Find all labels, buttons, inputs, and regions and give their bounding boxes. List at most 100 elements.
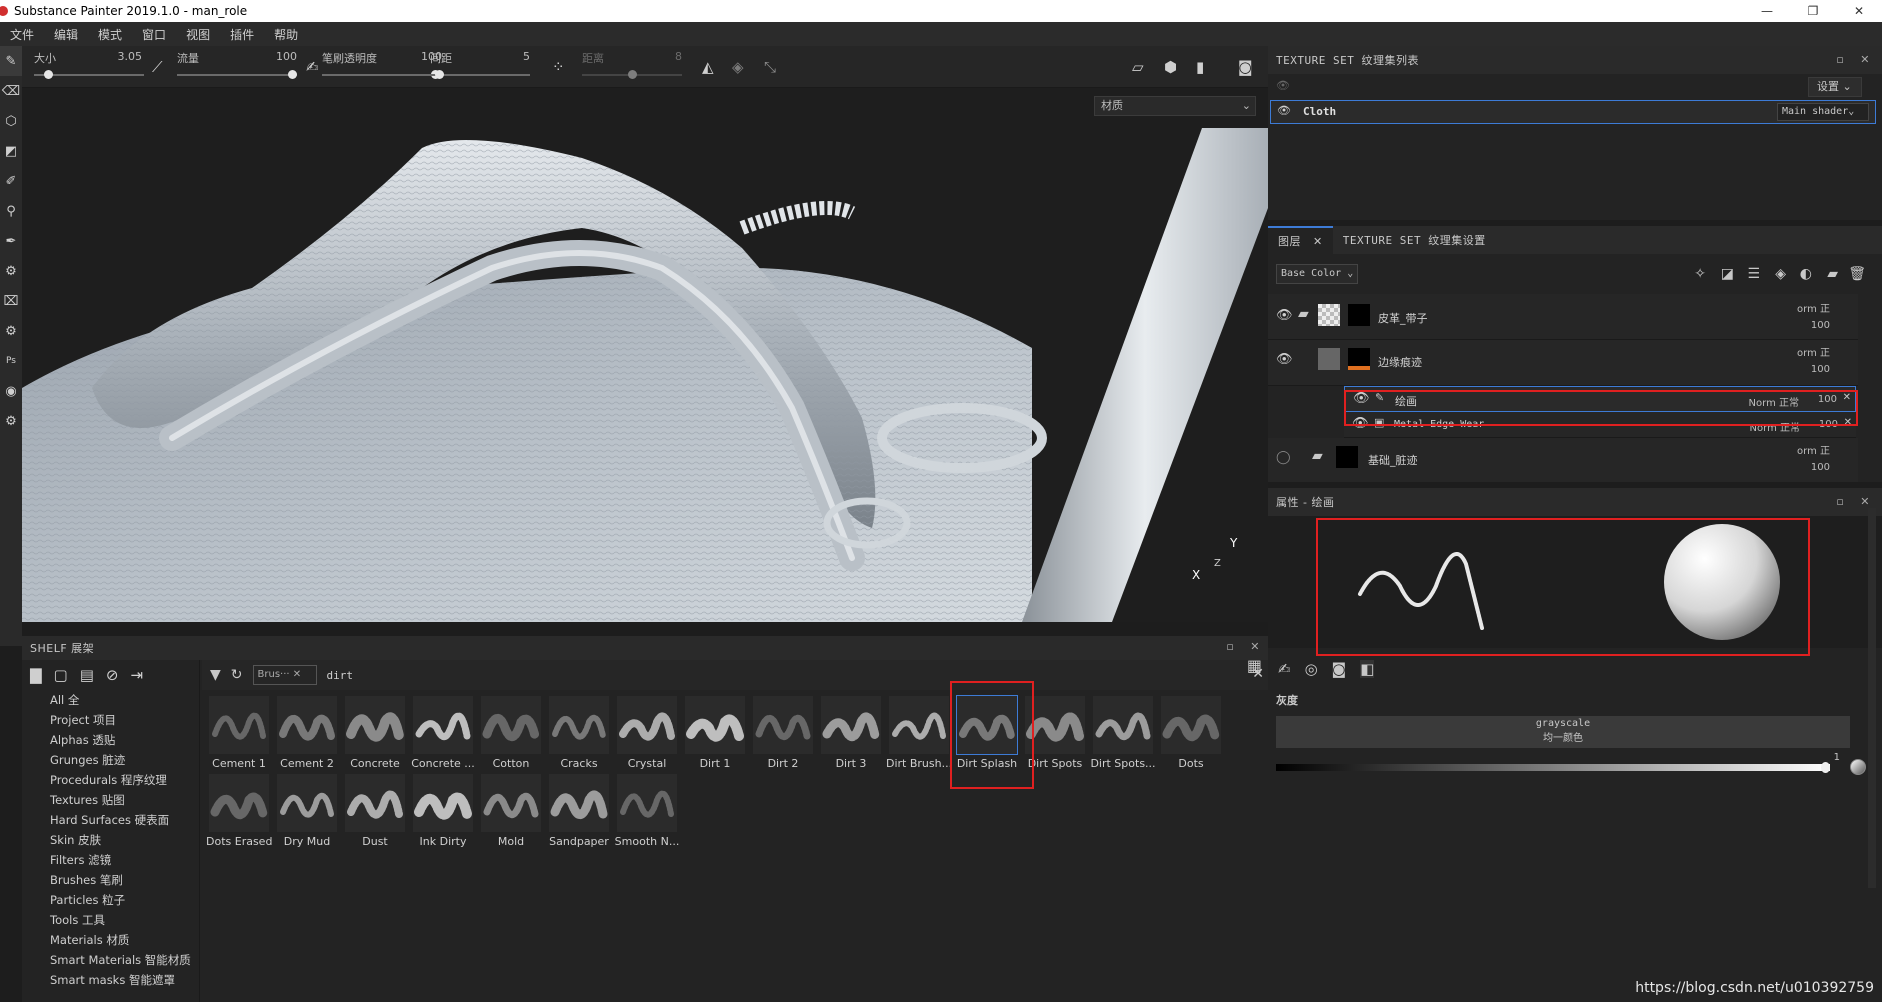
layer-blend[interactable]: orm 正 bbox=[1797, 344, 1830, 359]
save-icon[interactable]: ▤ bbox=[80, 666, 94, 684]
shelf-item[interactable]: Dirt 2 bbox=[750, 696, 816, 774]
opacity-slider[interactable] bbox=[322, 70, 440, 79]
iray-icon[interactable]: ⚙ bbox=[0, 316, 22, 346]
minimize-button[interactable]: — bbox=[1744, 0, 1790, 22]
add-fill-layer-icon[interactable]: ◈ bbox=[1775, 266, 1786, 282]
shelf-item[interactable]: Ink Dirty bbox=[410, 774, 476, 852]
shelf-category[interactable]: Smart Materials 智能材质 bbox=[22, 950, 199, 970]
layer-opacity[interactable]: 100 bbox=[1811, 364, 1830, 375]
material-mode-select[interactable]: 材质 ⌄ bbox=[1094, 96, 1256, 116]
shelf-category[interactable]: Grunges 脏迹 bbox=[22, 750, 199, 770]
menu-edit[interactable]: 编辑 bbox=[44, 26, 88, 43]
video-camera-icon[interactable]: ▮ bbox=[1196, 58, 1204, 76]
layer-blend[interactable]: orm 正 bbox=[1797, 300, 1830, 315]
spacing-slider[interactable] bbox=[430, 70, 530, 79]
shelf-item[interactable]: Mold bbox=[478, 774, 544, 852]
tab-texture-set-settings[interactable]: TEXTURE SET 纹理集设置 bbox=[1333, 232, 1496, 248]
shelf-category[interactable]: Procedurals 程序纹理 bbox=[22, 770, 199, 790]
size-slider-knob[interactable] bbox=[44, 70, 54, 79]
panel-controls[interactable]: ▫ ✕ bbox=[1836, 53, 1870, 66]
add-layer-stack-icon[interactable]: ☰ bbox=[1747, 266, 1760, 282]
transform-icon[interactable]: ⤡ bbox=[764, 58, 776, 76]
render-icon[interactable]: ◉ bbox=[0, 376, 22, 406]
bake-icon[interactable]: ⚙ bbox=[0, 256, 22, 286]
flow-slider[interactable] bbox=[177, 70, 297, 79]
camera-view-icon[interactable]: ▱ bbox=[1132, 58, 1144, 76]
shelf-item[interactable]: Dirt Spots... bbox=[1090, 696, 1156, 774]
shelf-category[interactable]: Hard Surfaces 硬表面 bbox=[22, 810, 199, 830]
layer-row[interactable]: 👁 边缘痕迹 orm 正 100 bbox=[1268, 340, 1858, 386]
color-picker-icon[interactable] bbox=[1850, 759, 1866, 775]
color-picker-icon[interactable]: ✒ bbox=[0, 226, 22, 256]
filter-icon[interactable]: ▼ bbox=[210, 667, 221, 683]
gray-value[interactable]: 1 bbox=[1834, 752, 1840, 763]
add-folder-icon[interactable]: ▰ bbox=[1827, 266, 1838, 282]
paint-brush-icon[interactable]: ✎ bbox=[0, 46, 22, 76]
menu-window[interactable]: 窗口 bbox=[132, 26, 176, 43]
visibility-eye-icon[interactable]: 👁 bbox=[1276, 352, 1293, 367]
size-value[interactable]: 3.05 bbox=[118, 50, 143, 63]
flow-slider-knob[interactable] bbox=[288, 70, 297, 79]
shelf-item[interactable]: Concrete ... bbox=[410, 696, 476, 774]
channel-select[interactable]: Base Color ⌄ bbox=[1276, 264, 1358, 284]
flow-value[interactable]: 100 bbox=[276, 50, 297, 63]
brush-tab-icon[interactable]: ✍ bbox=[1278, 660, 1291, 678]
visibility-eye-icon[interactable]: 👁 bbox=[1276, 308, 1293, 323]
layer-opacity[interactable]: 100 bbox=[1811, 320, 1830, 331]
symmetry-icon[interactable]: ◭ bbox=[702, 58, 714, 76]
layer-opacity[interactable]: 100 bbox=[1811, 462, 1830, 473]
folder-icon[interactable]: ▇ bbox=[30, 666, 42, 684]
add-effect-icon[interactable]: ✧ bbox=[1694, 266, 1706, 282]
shelf-item[interactable]: Dots bbox=[1158, 696, 1224, 774]
shelf-item[interactable]: Cement 1 bbox=[206, 696, 272, 774]
shelf-category[interactable]: Filters 滤镜 bbox=[22, 850, 199, 870]
opacity-brush-icon[interactable]: ✍ bbox=[306, 58, 319, 76]
model-render[interactable] bbox=[22, 88, 1268, 622]
screenshot-icon[interactable]: ◙ bbox=[1238, 58, 1253, 76]
flow-pen-icon[interactable]: ⟋ bbox=[152, 58, 163, 76]
delete-layer-icon[interactable]: 🗑 bbox=[1848, 266, 1866, 282]
shelf-category[interactable]: Smart masks 智能遮罩 bbox=[22, 970, 199, 990]
filter-chip[interactable]: Brus··· ✕ bbox=[252, 665, 317, 685]
frame-icon[interactable]: ⌧ bbox=[0, 286, 22, 316]
import-icon[interactable]: ⇥ bbox=[131, 666, 144, 684]
shelf-item[interactable]: Dust bbox=[342, 774, 408, 852]
search-input[interactable]: dirt bbox=[327, 669, 354, 682]
shelf-window-controls[interactable]: ▫ ✕ bbox=[1226, 640, 1260, 653]
grayscale-mode-button[interactable]: grayscale 均一颜色 bbox=[1276, 716, 1850, 748]
layer-blend[interactable]: orm 正 bbox=[1797, 442, 1830, 457]
add-smart-material-icon[interactable]: ◐ bbox=[1800, 266, 1812, 282]
shelf-category[interactable]: Project 项目 bbox=[22, 710, 199, 730]
settings-dropdown[interactable]: 设置 ⌄ bbox=[1808, 77, 1862, 97]
projection-icon[interactable]: ⬡ bbox=[0, 106, 22, 136]
gray-slider[interactable] bbox=[1276, 764, 1830, 771]
shelf-item[interactable]: Crystal bbox=[614, 696, 680, 774]
shelf-item[interactable]: Smooth N... bbox=[614, 774, 680, 852]
shelf-item[interactable]: Dry Mud bbox=[274, 774, 340, 852]
shelf-item[interactable]: Dots Erased bbox=[206, 774, 272, 852]
alpha-tab-icon[interactable]: ◎ bbox=[1305, 660, 1318, 678]
shelf-category[interactable]: Skin 皮肤 bbox=[22, 830, 199, 850]
shelf-item[interactable]: Concrete bbox=[342, 696, 408, 774]
stencil-tab-icon[interactable]: ◙ bbox=[1332, 660, 1347, 678]
eye-icon[interactable]: 👁 bbox=[1276, 79, 1290, 92]
shelf-category[interactable]: Textures 贴图 bbox=[22, 790, 199, 810]
shelf-category[interactable]: Materials 材质 bbox=[22, 930, 199, 950]
polygon-fill-icon[interactable]: ◩ bbox=[0, 136, 22, 166]
menu-file[interactable]: 文件 bbox=[0, 26, 44, 43]
menu-help[interactable]: 帮助 bbox=[264, 26, 308, 43]
shelf-category[interactable]: Alphas 透贴 bbox=[22, 730, 199, 750]
shelf-category[interactable]: Brushes 笔刷 bbox=[22, 870, 199, 890]
grid-view-icon[interactable]: ▦ bbox=[1247, 656, 1262, 675]
shelf-category[interactable]: All 全 bbox=[22, 690, 199, 710]
clone-stamp-icon[interactable]: ⚲ bbox=[0, 196, 22, 226]
shelf-item[interactable]: Cement 2 bbox=[274, 696, 340, 774]
new-file-icon[interactable]: ▢ bbox=[54, 666, 68, 684]
smudge-icon[interactable]: ✐ bbox=[0, 166, 22, 196]
spacing-value[interactable]: 5 bbox=[523, 50, 530, 63]
menu-plugins[interactable]: 插件 bbox=[220, 26, 264, 43]
shelf-item[interactable]: Dirt 3 bbox=[818, 696, 884, 774]
size-slider[interactable] bbox=[34, 70, 144, 79]
add-mask-icon[interactable]: ◪ bbox=[1721, 266, 1734, 282]
shader-select[interactable]: Main shader⌄ bbox=[1777, 103, 1869, 121]
